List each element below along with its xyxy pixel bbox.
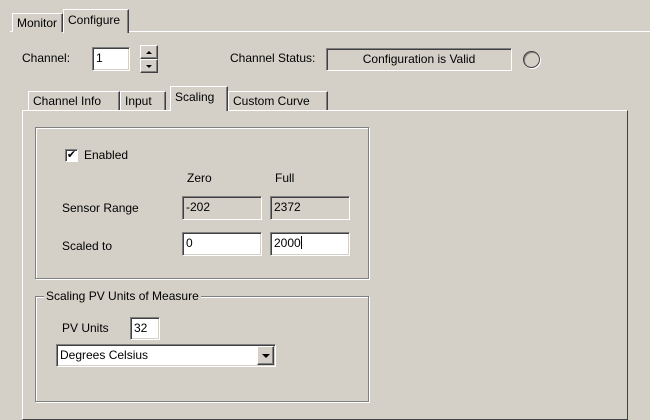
- tab-custom-curve[interactable]: Custom Curve: [228, 91, 328, 110]
- units-dropdown-button[interactable]: [257, 346, 274, 365]
- full-column-header: Full: [275, 171, 295, 185]
- spin-up-arrow-icon: [146, 50, 152, 54]
- tab-monitor[interactable]: Monitor: [12, 13, 63, 32]
- channel-spin-up-button[interactable]: [140, 45, 158, 59]
- tab-configure-label: Configure: [68, 13, 121, 27]
- sensor-range-label: Sensor Range: [62, 201, 139, 215]
- scaled-full-input[interactable]: 2000: [270, 232, 350, 256]
- units-dropdown-value: Degrees Celsius: [60, 348, 149, 362]
- chevron-down-icon: [261, 353, 270, 358]
- enabled-label: Enabled: [84, 148, 129, 162]
- units-group-legend: Scaling PV Units of Measure: [44, 289, 201, 303]
- channel-status-field: Configuration is Valid: [326, 48, 512, 71]
- scaled-full-value: 2000: [274, 236, 301, 250]
- zero-column-header: Zero: [187, 171, 212, 185]
- checkmark-icon: ✔: [66, 149, 77, 161]
- tab-scaling[interactable]: Scaling: [170, 86, 228, 111]
- tab-monitor-label: Monitor: [17, 16, 58, 30]
- tab-custom-curve-label: Custom Curve: [233, 94, 310, 108]
- sensor-full-field: 2372: [270, 196, 350, 220]
- tab-configure[interactable]: Configure: [63, 9, 129, 33]
- tab-scaling-label: Scaling: [175, 90, 215, 104]
- scaled-to-label: Scaled to: [62, 239, 113, 253]
- channel-spin-down-button[interactable]: [140, 59, 158, 73]
- enabled-checkbox[interactable]: ✔: [65, 149, 78, 162]
- channel-status-label: Channel Status:: [230, 51, 316, 65]
- pv-units-label: PV Units: [62, 321, 109, 335]
- tab-channel-info[interactable]: Channel Info: [28, 91, 120, 110]
- tab-channel-info-label: Channel Info: [33, 94, 102, 108]
- spin-down-arrow-icon: [146, 64, 152, 68]
- text-caret: [300, 236, 302, 249]
- scaled-zero-input[interactable]: 0: [182, 232, 262, 256]
- tab-input-label: Input: [125, 94, 152, 108]
- status-indicator-icon: [523, 51, 540, 68]
- channel-input[interactable]: 1: [92, 47, 130, 71]
- channel-label: Channel:: [22, 51, 71, 65]
- tab-input[interactable]: Input: [120, 91, 166, 110]
- sensor-zero-field: -202: [182, 196, 262, 220]
- pv-units-input[interactable]: 32: [130, 317, 160, 340]
- units-dropdown[interactable]: Degrees Celsius: [56, 344, 276, 367]
